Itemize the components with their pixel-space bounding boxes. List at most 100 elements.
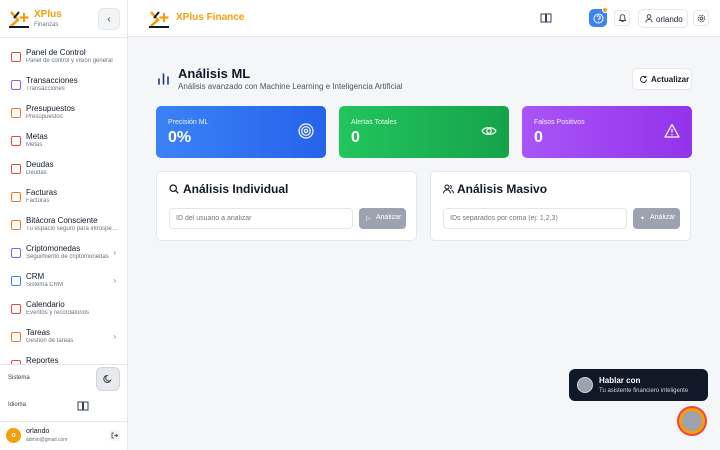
stat-label: Alertas Totales xyxy=(351,119,397,126)
eye-icon xyxy=(481,127,497,135)
sidebar-item-label: CRM xyxy=(26,272,45,281)
chevron-right-icon[interactable]: › xyxy=(113,332,116,341)
refresh-icon xyxy=(640,75,647,83)
bulk-analysis-card: Análisis Masivo ✦ Analizar xyxy=(430,171,691,241)
bulk-ids-input[interactable] xyxy=(443,208,627,229)
sidebar-item-sub: Eventos y recordatorios xyxy=(26,310,90,316)
sidebar-item[interactable]: Facturas Facturas xyxy=(0,184,128,212)
sidebar-nav: Panel de Control Panel de control y visió… xyxy=(0,44,128,364)
search-icon xyxy=(169,184,179,194)
stat-card-alerts: Alertas Totales 0 xyxy=(339,106,509,158)
sidebar-item-label: Transacciones xyxy=(26,76,78,85)
sidebar-item-label: Calendario xyxy=(26,300,65,309)
sidebar-item-sub: Gestión de tareas xyxy=(26,338,74,344)
moon-icon xyxy=(103,374,112,383)
crypto-icon xyxy=(11,248,21,258)
warning-icon xyxy=(664,123,680,138)
sidebar-item-label: Presupuestos xyxy=(26,104,75,113)
budget-icon xyxy=(11,108,21,118)
tasks-icon xyxy=(11,332,21,342)
transactions-icon xyxy=(11,80,21,90)
debts-icon xyxy=(11,164,21,174)
stat-card-false-positives: Falsos Positivos 0 xyxy=(522,106,692,158)
sidebar-item-sub: Seguimiento de criptomonedas xyxy=(26,254,109,260)
analyze-individual-button[interactable]: ▷ Analizar xyxy=(359,208,406,229)
sidebar-item[interactable]: CRM Sistema CRM › xyxy=(0,268,128,296)
sidebar-item[interactable]: Deudas Deudas xyxy=(0,156,128,184)
sidebar-item-label: Metas xyxy=(26,132,48,141)
divider xyxy=(0,364,128,365)
xplus-logo xyxy=(149,11,169,28)
sidebar-item[interactable]: Calendario Eventos y recordatorios xyxy=(0,296,128,324)
chat-subtitle: Tu asistente financiero inteligente xyxy=(599,388,689,394)
theme-toggle-button[interactable] xyxy=(96,367,120,391)
sidebar-item[interactable]: Reportes xyxy=(0,352,128,364)
sidebar-item-sub: Metas xyxy=(26,142,43,148)
chevron-left-icon: ‹ xyxy=(107,13,111,25)
gear-icon xyxy=(697,14,705,22)
sidebar-item-label: Bitácora Consciente xyxy=(26,216,98,225)
sidebar-item-sub: Sistema CRM xyxy=(26,282,64,288)
users-icon xyxy=(443,184,454,194)
sidebar-item[interactable]: Transacciones Transacciones xyxy=(0,72,128,100)
user-menu-button[interactable]: orlando xyxy=(638,9,688,28)
stat-value: 0% xyxy=(168,129,192,146)
calendar-icon xyxy=(11,304,21,314)
play-icon: ▷ xyxy=(366,216,371,222)
chat-bubble[interactable]: Hablar con Tu asistente financiero intel… xyxy=(569,369,708,401)
divider xyxy=(0,421,128,422)
top-brand-name: XPlus Finance xyxy=(176,12,244,23)
assistant-avatar xyxy=(682,411,702,431)
assistant-avatar xyxy=(577,377,593,393)
settings-button[interactable] xyxy=(693,10,709,26)
sidebar-item[interactable]: Panel de Control Panel de control y visió… xyxy=(0,44,128,72)
brand-name: XPlus xyxy=(34,9,62,20)
bell-icon xyxy=(618,14,626,22)
user-name: orlando xyxy=(26,428,50,435)
book-icon[interactable] xyxy=(540,13,552,23)
logout-button[interactable] xyxy=(109,430,120,441)
sidebar-item-label: Criptomonedas xyxy=(26,244,81,253)
sidebar-item-sub: Facturas xyxy=(26,198,50,204)
top-brand-part: Finance xyxy=(206,12,245,23)
bar-chart-icon xyxy=(158,73,169,85)
notifications-button[interactable] xyxy=(614,10,630,26)
help-icon xyxy=(593,13,603,23)
topbar: XPlus Finance orlando xyxy=(128,0,720,37)
logout-icon xyxy=(111,432,118,439)
goals-icon xyxy=(11,136,21,146)
user-menu-label: orlando xyxy=(656,15,683,24)
sidebar-item[interactable]: Metas Metas xyxy=(0,128,128,156)
language-book-icon[interactable] xyxy=(77,401,89,411)
stat-label: Precisión ML xyxy=(168,119,209,126)
sidebar-item[interactable]: Bitácora Consciente Tu espacio seguro par… xyxy=(0,212,128,240)
chevron-right-icon[interactable]: › xyxy=(113,248,116,257)
chat-open-button[interactable] xyxy=(677,406,707,436)
sidebar-item[interactable]: Tareas Gestión de tareas › xyxy=(0,324,128,352)
sidebar-item-label: Panel de Control xyxy=(26,48,86,57)
user-email: admin@gmail.com xyxy=(26,437,68,443)
sidebar-item-sub: Presupuestos xyxy=(26,114,63,120)
page-title: Análisis ML xyxy=(178,66,251,81)
dashboard-icon xyxy=(11,52,21,62)
analyze-bulk-button[interactable]: ✦ Analizar xyxy=(633,208,680,229)
sidebar-item-label: Tareas xyxy=(26,328,51,337)
collapse-sidebar-button[interactable]: ‹ xyxy=(98,8,120,30)
target-icon xyxy=(298,123,314,139)
divider xyxy=(0,37,128,38)
user-icon xyxy=(645,14,653,23)
stat-value: 0 xyxy=(534,129,543,146)
user-avatar[interactable]: o xyxy=(6,428,21,443)
button-label: Analizar xyxy=(376,214,402,221)
sidebar-item-label: Deudas xyxy=(26,160,54,169)
sidebar-item[interactable]: Presupuestos Presupuestos xyxy=(0,100,128,128)
xplus-logo xyxy=(9,11,29,28)
user-id-input[interactable] xyxy=(169,208,353,229)
refresh-button[interactable]: Actualizar xyxy=(632,68,692,90)
sparkle-icon: ✦ xyxy=(640,216,646,222)
sidebar-item-sub: Transacciones xyxy=(26,86,65,92)
chevron-right-icon[interactable]: › xyxy=(113,276,116,285)
sidebar-item[interactable]: Criptomonedas Seguimiento de criptomoneda… xyxy=(0,240,128,268)
stat-value: 0 xyxy=(351,129,360,146)
card-title: Análisis Individual xyxy=(183,182,289,196)
